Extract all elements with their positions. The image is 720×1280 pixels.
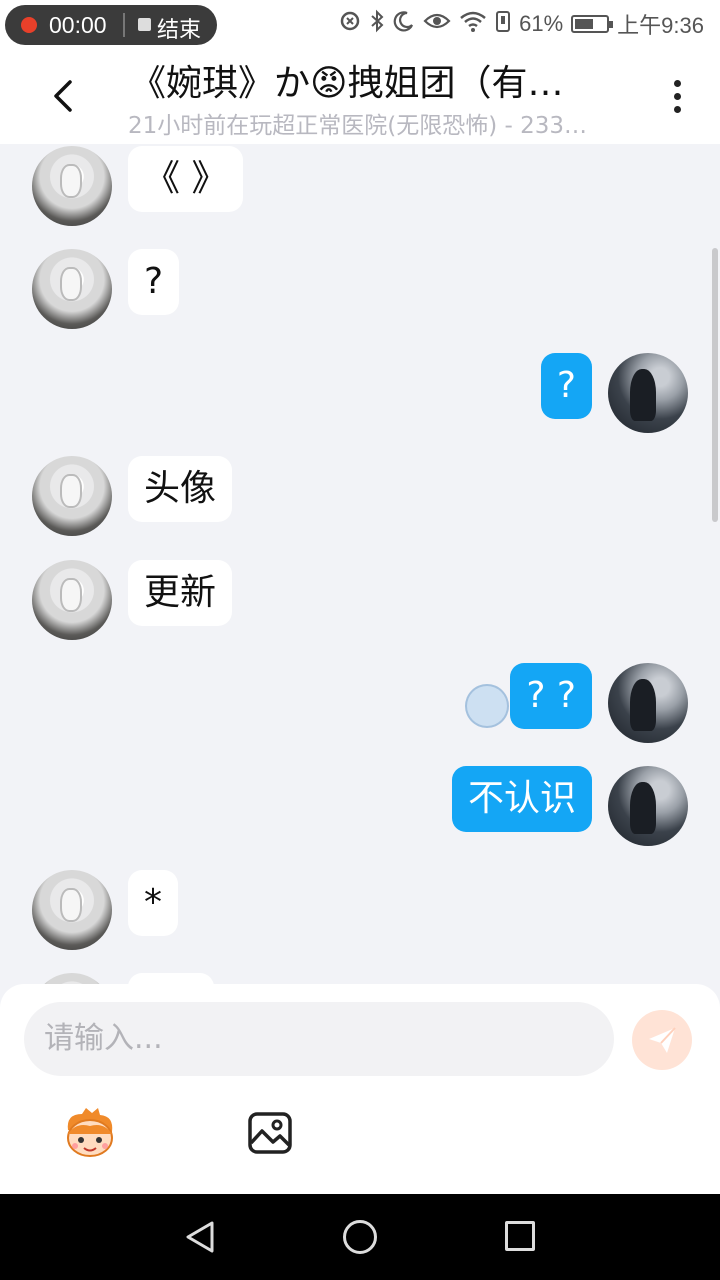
system-navigation-bar xyxy=(0,1194,720,1280)
message-bubble-received: 《 》 xyxy=(128,146,244,212)
nav-recents-icon[interactable] xyxy=(505,1221,535,1251)
wifi-icon xyxy=(459,10,487,38)
nav-home-icon[interactable] xyxy=(343,1220,377,1254)
message-bubble-received: 头像 xyxy=(128,456,233,522)
image-picker-button[interactable] xyxy=(247,1111,293,1155)
contact-avatar[interactable] xyxy=(32,249,112,329)
battery-saver-icon xyxy=(495,9,511,39)
message-bubble-received: * xyxy=(128,870,178,936)
emoji-sticker-button[interactable] xyxy=(62,1108,118,1158)
status-icons: 61% 上午9:36 xyxy=(339,8,704,40)
my-avatar[interactable] xyxy=(608,766,688,846)
contact-avatar[interactable] xyxy=(32,973,112,984)
nav-back-icon[interactable] xyxy=(184,1220,216,1258)
contact-avatar[interactable] xyxy=(32,870,112,950)
contact-avatar[interactable] xyxy=(32,146,112,226)
image-icon xyxy=(248,1112,292,1154)
chat-title: 《婉琪》か😡拽姐团（有… xyxy=(130,63,564,104)
bluetooth-icon xyxy=(369,9,385,39)
eye-comfort-icon xyxy=(423,11,451,37)
recording-end-button[interactable]: 结束 xyxy=(157,12,201,44)
chat-subtitle: 21小时前在玩超正常医院(无限恐怖) - 233… xyxy=(128,113,588,139)
message-bubble-sent: ? xyxy=(540,353,592,419)
message-bubble-sent: ? ? xyxy=(510,663,592,729)
contact-avatar[interactable] xyxy=(32,560,112,640)
message-bubble-received xyxy=(128,973,214,984)
chat-header: 《婉琪》か😡拽姐团（有… 21小时前在玩超正常医院(无限恐怖) - 233… xyxy=(0,48,720,144)
battery-percent: 61% xyxy=(519,11,564,36)
battery-icon xyxy=(571,15,614,33)
clock: 上午9:36 xyxy=(617,13,704,38)
stop-icon xyxy=(138,18,151,31)
screen-recording-pill[interactable]: 00:00 结束 xyxy=(5,5,217,45)
mascot-face-icon xyxy=(67,1108,113,1157)
message-input[interactable]: 请输入... xyxy=(24,1002,614,1076)
message-list[interactable]: 《 》 ? ? 头像 更新 ? ? 不认识 * xyxy=(0,144,720,984)
my-avatar[interactable] xyxy=(608,663,688,743)
message-bubble-received: 更新 xyxy=(128,560,233,626)
recording-time: 00:00 xyxy=(49,12,107,38)
touch-indicator xyxy=(465,684,509,728)
recording-dot-icon xyxy=(21,17,37,33)
composer: 请输入... xyxy=(0,984,720,1194)
send-icon xyxy=(649,1027,676,1053)
send-button[interactable] xyxy=(632,1010,692,1070)
more-options-icon[interactable] xyxy=(674,80,682,114)
my-avatar[interactable] xyxy=(608,353,688,433)
do-not-disturb-moon-icon xyxy=(393,10,415,38)
message-bubble-received: ? xyxy=(128,249,180,315)
contact-avatar[interactable] xyxy=(32,456,112,536)
data-saver-icon xyxy=(339,10,361,38)
recording-divider xyxy=(123,13,125,37)
scrollbar[interactable] xyxy=(712,248,718,522)
back-arrow-icon[interactable] xyxy=(48,76,78,116)
status-bar: 00:00 结束 61% 上午9:36 xyxy=(0,0,720,48)
message-bubble-sent: 不认识 xyxy=(451,766,592,832)
battery-fill xyxy=(575,19,594,29)
